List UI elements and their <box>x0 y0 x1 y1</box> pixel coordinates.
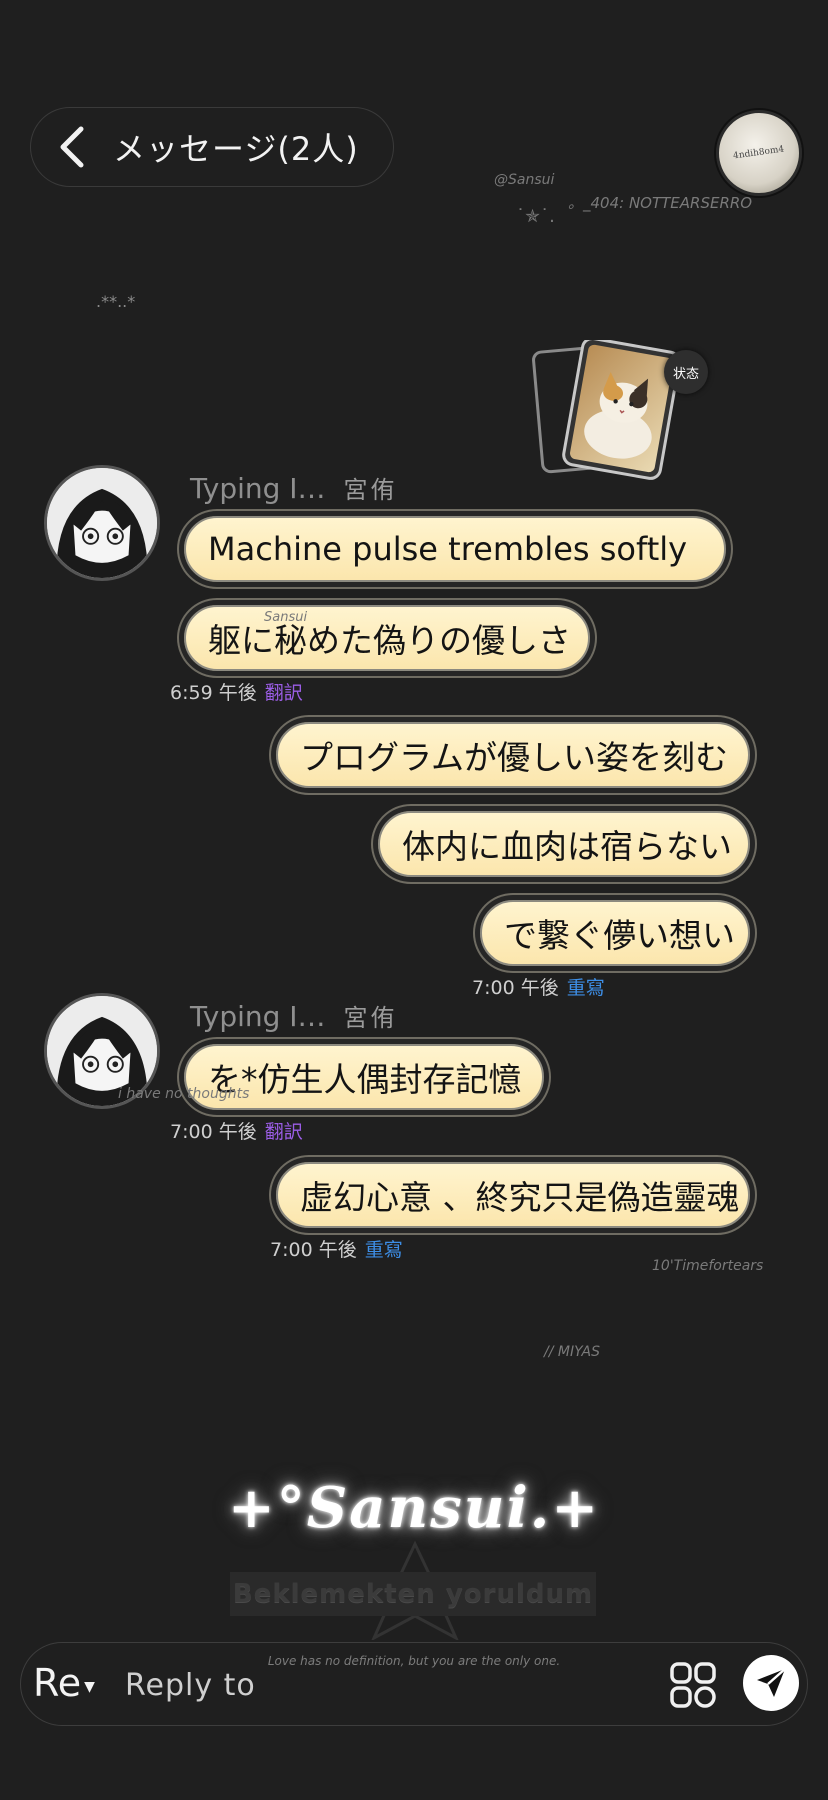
message-time: 7:00 午後 <box>170 1121 257 1143</box>
message-meta: 7:00 午後 重寫 <box>270 1235 403 1262</box>
message-meta: 7:00 午後 重寫 <box>472 973 605 1000</box>
reply-input[interactable] <box>123 1661 647 1709</box>
rewrite-link[interactable]: 重寫 <box>365 1239 403 1261</box>
miyas-watermark: // MIYAS <box>544 1344 601 1360</box>
message-bubble-outgoing[interactable]: で繋ぐ儚い想い <box>480 900 750 966</box>
sender-avatar[interactable] <box>44 465 160 581</box>
message-time: 7:00 午後 <box>472 977 559 999</box>
sender-name: 宮侑 <box>343 1004 398 1032</box>
page-title: メッセージ(2人) <box>113 130 359 168</box>
message-bubble-incoming[interactable]: 躯に秘めた偽りの優しさ <box>184 605 590 671</box>
translate-link[interactable]: 翻訳 <box>265 682 303 704</box>
time-watermark: 10'Timefortears <box>652 1258 764 1274</box>
group-avatar[interactable]: 4ndih8om4 <box>716 110 802 196</box>
sender-line: Typing I… 宮侑 <box>190 998 398 1033</box>
sparkle-decoration: .**..* <box>96 292 136 311</box>
handle-watermark: @Sansui <box>494 172 555 188</box>
message-time: 6:59 午後 <box>170 682 257 704</box>
message-bubble-incoming[interactable]: Machine pulse trembles softly <box>184 516 726 582</box>
star-decoration: ˙✯˙. <box>516 206 555 227</box>
brand-footnote: Love has no definition, but you are the … <box>267 1654 561 1668</box>
brand-signature: +°Sansui.+ <box>227 1475 601 1541</box>
apps-grid-icon[interactable] <box>669 1661 717 1709</box>
code-watermark: 。_404: NOTTEARSERRO <box>568 194 753 212</box>
message-bubble-outgoing[interactable]: 体内に血肉は宿らない <box>378 811 750 877</box>
bubble-watermark: Sansui <box>264 610 308 625</box>
message-meta: 7:00 午後 翻訳 <box>170 1117 303 1144</box>
typing-indicator: Typing I… <box>190 472 326 505</box>
avatar-text: 4ndih8om4 <box>732 144 786 162</box>
rewrite-link[interactable]: 重寫 <box>567 977 605 999</box>
typing-indicator: Typing I… <box>190 1000 326 1033</box>
brand-tagline: Beklemekten yoruldum <box>230 1572 596 1616</box>
message-meta: 6:59 午後 翻訳 <box>170 678 303 705</box>
cat-photo-sticker[interactable] <box>530 340 680 480</box>
translate-link[interactable]: 翻訳 <box>265 1121 303 1143</box>
caret-down-icon: ▼ <box>84 1679 95 1695</box>
message-bubble-outgoing[interactable]: プログラムが優しい姿を刻む <box>276 722 750 788</box>
chevron-left-icon <box>60 126 84 168</box>
message-bubble-outgoing[interactable]: 虚幻心意 、終究只是偽造靈魂 <box>276 1162 750 1228</box>
back-button[interactable]: メッセージ(2人) <box>30 107 394 187</box>
thoughts-watermark: i have no thoughts <box>118 1086 250 1102</box>
message-time: 7:00 午後 <box>270 1239 357 1261</box>
status-badge[interactable]: 状态 <box>664 350 708 394</box>
sender-name: 宮侑 <box>343 476 398 504</box>
send-icon <box>757 1668 786 1697</box>
sender-line: Typing I… 宮侑 <box>190 470 398 505</box>
